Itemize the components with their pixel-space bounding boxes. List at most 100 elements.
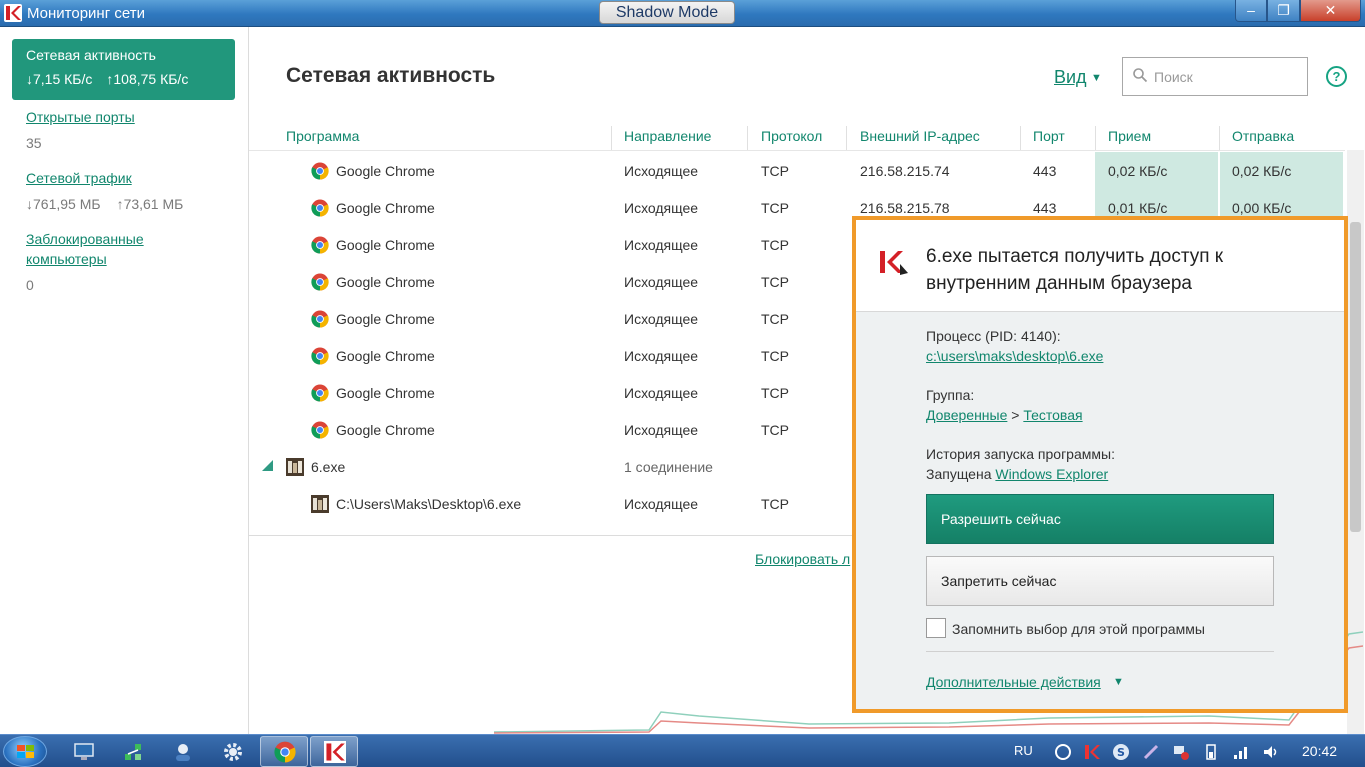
- sidebar-item-blocked-computers[interactable]: Заблокированные компьютеры: [26, 229, 176, 269]
- start-button[interactable]: [3, 736, 47, 767]
- maximize-button[interactable]: ❐: [1267, 0, 1300, 22]
- remember-choice-label[interactable]: Запомнить выбор для этой программы: [952, 621, 1205, 637]
- settings-gear-icon[interactable]: [221, 740, 245, 764]
- dialog-title: 6.exe пытается получить доступ к внутрен…: [926, 246, 1224, 294]
- tray-pen-icon[interactable]: [1142, 743, 1160, 761]
- title-bar: Мониторинг сети Shadow Mode – ❐ ✕: [0, 0, 1365, 27]
- network-icon[interactable]: [121, 740, 145, 764]
- program-name: Google Chrome: [336, 311, 435, 327]
- blocked-count: 0: [26, 277, 34, 293]
- group-label: Группа:: [926, 387, 975, 403]
- launched-by: Запущена Windows Explorer: [926, 466, 1108, 482]
- minimize-button[interactable]: –: [1235, 0, 1267, 22]
- protocol: TCP: [761, 274, 789, 290]
- traffic-down: ↓761,95 МБ: [26, 196, 101, 212]
- window-title: Мониторинг сети: [27, 5, 145, 22]
- chrome-icon: [311, 421, 329, 439]
- protocol: TCP: [761, 496, 789, 512]
- direction: Исходящее: [624, 385, 699, 401]
- port: 443: [1033, 200, 1057, 216]
- help-icon[interactable]: ?: [1326, 66, 1347, 87]
- column-header-program[interactable]: Программа: [286, 128, 359, 144]
- taskbar: RU S 20:42: [0, 734, 1365, 767]
- chrome-icon: [311, 162, 329, 180]
- port: 443: [1033, 163, 1057, 179]
- clock[interactable]: 20:42: [1302, 743, 1337, 759]
- process-path-link[interactable]: c:\users\maks\desktop\6.exe: [926, 348, 1103, 364]
- view-menu[interactable]: Вид: [1054, 67, 1087, 88]
- remember-choice-checkbox[interactable]: [926, 618, 946, 638]
- column-header-send[interactable]: Отправка: [1232, 128, 1294, 144]
- tray-volume-icon[interactable]: [1262, 743, 1280, 761]
- tray-network-warning-icon[interactable]: [1172, 743, 1190, 761]
- tray-shield-icon[interactable]: S: [1112, 743, 1130, 761]
- column-header-direction[interactable]: Направление: [624, 128, 711, 144]
- user-admin-icon[interactable]: [171, 740, 195, 764]
- tray-signal-icon[interactable]: [1232, 743, 1250, 761]
- send-rate: 0,00 КБ/с: [1232, 200, 1292, 216]
- chevron-down-icon[interactable]: ▼: [1113, 676, 1124, 688]
- receive-rate: 0,01 КБ/с: [1108, 200, 1168, 216]
- taskbar-kaspersky-button[interactable]: [310, 736, 358, 767]
- protocol: TCP: [761, 163, 789, 179]
- protocol: TCP: [761, 385, 789, 401]
- language-indicator[interactable]: RU: [1014, 743, 1033, 758]
- program-path: C:\Users\Maks\Desktop\6.exe: [336, 496, 522, 512]
- upload-speed: ↑108,75 КБ/с: [106, 71, 189, 87]
- sidebar-item-network-activity[interactable]: Сетевая активность ↓7,15 КБ/с ↑108,75 КБ/…: [12, 39, 235, 100]
- taskbar-chrome-button[interactable]: [260, 736, 308, 767]
- monitor-icon[interactable]: [72, 740, 96, 764]
- chrome-icon: [311, 347, 329, 365]
- column-divider[interactable]: [611, 126, 612, 150]
- protocol: TCP: [761, 200, 789, 216]
- column-header-protocol[interactable]: Протокол: [761, 128, 822, 144]
- protocol: TCP: [761, 237, 789, 253]
- traffic-totals: ↓761,95 МБ ↑73,61 МБ: [26, 196, 183, 212]
- direction: Исходящее: [624, 496, 699, 512]
- group-trusted-link[interactable]: Доверенные: [926, 407, 1007, 423]
- tray-kaspersky-icon[interactable]: [1083, 743, 1101, 761]
- protocol: TCP: [761, 348, 789, 364]
- kaspersky-icon: [324, 741, 346, 763]
- direction: Исходящее: [624, 348, 699, 364]
- close-button[interactable]: ✕: [1300, 0, 1361, 22]
- column-divider[interactable]: [1095, 126, 1096, 150]
- dialog-divider: [926, 651, 1274, 652]
- column-header-ip[interactable]: Внешний IP-адрес: [860, 128, 980, 144]
- header-divider: [249, 150, 1345, 151]
- direction: Исходящее: [624, 422, 699, 438]
- direction: Исходящее: [624, 274, 699, 290]
- tray-battery-icon[interactable]: [1202, 743, 1220, 761]
- chrome-icon: [274, 741, 296, 763]
- allow-now-button[interactable]: Разрешить сейчас: [926, 494, 1274, 544]
- receive-rate: 0,02 КБ/с: [1108, 163, 1168, 179]
- search-box[interactable]: [1122, 57, 1308, 96]
- deny-now-button[interactable]: Запретить сейчас: [926, 556, 1274, 606]
- table-row[interactable]: Google Chrome Исходящее TCP 216.58.215.7…: [249, 152, 1345, 189]
- column-header-port[interactable]: Порт: [1033, 128, 1065, 144]
- tray-sync-icon[interactable]: [1054, 743, 1072, 761]
- svg-text:S: S: [1117, 746, 1125, 759]
- column-divider[interactable]: [747, 126, 748, 150]
- sidebar-item-open-ports[interactable]: Открытые порты: [26, 107, 135, 127]
- external-ip: 216.58.215.78: [860, 200, 950, 216]
- scrollbar-thumb[interactable]: [1350, 222, 1361, 532]
- traffic-up: ↑73,61 МБ: [116, 196, 184, 212]
- column-divider[interactable]: [1219, 126, 1220, 150]
- group-test-link[interactable]: Тестовая: [1023, 407, 1082, 423]
- launcher-link[interactable]: Windows Explorer: [995, 466, 1108, 482]
- search-input[interactable]: [1154, 67, 1299, 87]
- sidebar: Сетевая активность ↓7,15 КБ/с ↑108,75 КБ/…: [0, 27, 249, 734]
- sidebar-item-network-traffic[interactable]: Сетевой трафик: [26, 168, 132, 188]
- chrome-icon: [311, 310, 329, 328]
- program-name: Google Chrome: [336, 200, 435, 216]
- program-name: Google Chrome: [336, 163, 435, 179]
- column-divider[interactable]: [846, 126, 847, 150]
- exe-icon: [311, 495, 329, 513]
- more-actions-link[interactable]: Дополнительные действия: [926, 674, 1101, 690]
- chevron-down-icon[interactable]: ▼: [1091, 72, 1102, 84]
- column-divider[interactable]: [1020, 126, 1021, 150]
- block-link[interactable]: Блокировать л: [755, 551, 850, 567]
- send-rate: 0,02 КБ/с: [1232, 163, 1292, 179]
- column-header-receive[interactable]: Прием: [1108, 128, 1151, 144]
